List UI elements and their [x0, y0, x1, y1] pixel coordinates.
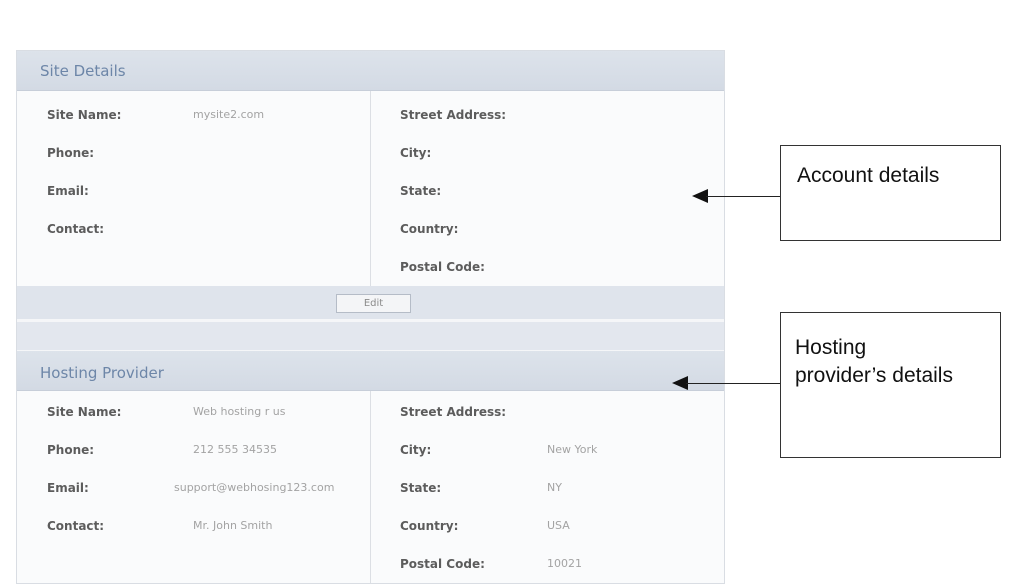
country-label: Country: — [400, 222, 459, 236]
hosting-provider-body: Site Name: Web hosting r us Phone: 212 5… — [17, 391, 724, 583]
hosting-callout-line1: Hosting — [795, 336, 867, 359]
hosting-provider-title: Hosting Provider — [40, 364, 164, 382]
city-label: City: — [400, 146, 432, 160]
hp-postal-code-label: Postal Code: — [400, 557, 485, 571]
postal-code-label: Postal Code: — [400, 260, 485, 274]
street-address-label: Street Address: — [400, 108, 507, 122]
hosting-callout-line2: provider’s details — [795, 364, 953, 387]
hp-phone-value: 212 555 34535 — [193, 443, 277, 456]
hp-state-value: NY — [547, 481, 562, 494]
hp-street-address-label: Street Address: — [400, 405, 507, 419]
contact-label: Contact: — [47, 222, 105, 236]
column-divider — [370, 391, 371, 583]
site-details-body: Site Name: mysite2.com Phone: Email: Con… — [17, 91, 724, 286]
hp-contact-label: Contact: — [47, 519, 105, 533]
edit-bar: Edit — [17, 286, 724, 319]
phone-label: Phone: — [47, 146, 95, 160]
hp-city-value: New York — [547, 443, 598, 456]
hp-email-value: support@webhosing123.com — [174, 481, 335, 494]
email-label: Email: — [47, 184, 89, 198]
site-details-title: Site Details — [40, 62, 126, 80]
hp-site-name-value: Web hosting r us — [193, 405, 286, 418]
hp-country-label: Country: — [400, 519, 459, 533]
account-arrow-line — [706, 196, 781, 197]
hosting-provider-callout: Hosting provider’s details — [780, 312, 1001, 458]
edit-button[interactable]: Edit — [336, 294, 411, 313]
hp-state-label: State: — [400, 481, 442, 495]
hp-phone-label: Phone: — [47, 443, 95, 457]
site-name-label: Site Name: — [47, 108, 122, 122]
hp-contact-value: Mr. John Smith — [193, 519, 273, 532]
column-divider — [370, 91, 371, 286]
hp-country-value: USA — [547, 519, 570, 532]
hp-postal-code-value: 10021 — [547, 557, 582, 570]
site-name-value: mysite2.com — [193, 108, 265, 121]
state-label: State: — [400, 184, 442, 198]
section-spacer — [17, 322, 724, 350]
hosting-arrow-line — [686, 383, 781, 384]
site-details-panel: Site Details Site Name: mysite2.com Phon… — [16, 50, 725, 584]
account-details-callout: Account details — [780, 145, 1001, 241]
site-details-header: Site Details — [17, 51, 724, 91]
hp-city-label: City: — [400, 443, 432, 457]
hp-site-name-label: Site Name: — [47, 405, 122, 419]
account-details-text: Account details — [797, 164, 940, 187]
hp-email-label: Email: — [47, 481, 89, 495]
hosting-provider-header: Hosting Provider — [17, 351, 724, 391]
